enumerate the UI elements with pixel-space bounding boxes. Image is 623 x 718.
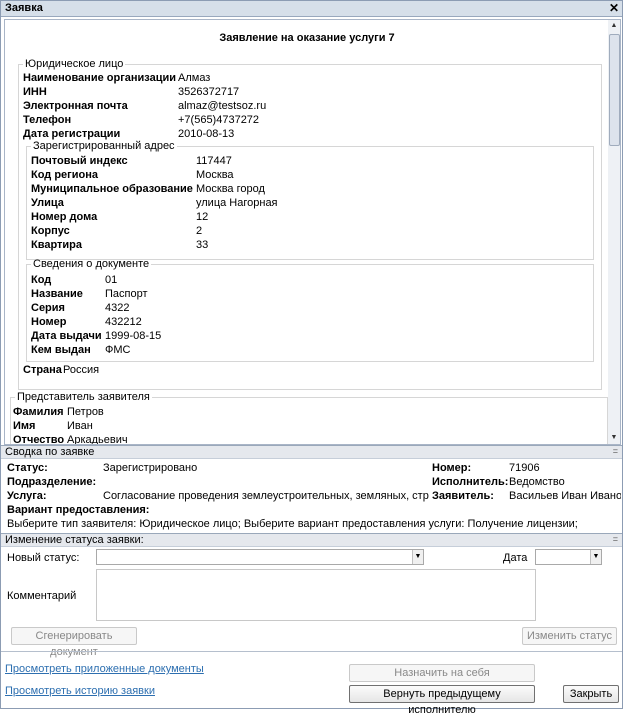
legal-entity-field-label: Электронная почта <box>23 100 128 112</box>
legal-entity-field-value: almaz@testsoz.ru <box>178 100 267 112</box>
window-titlebar: Заявка ✕ <box>1 1 622 17</box>
representative-legend: Представитель заявителя <box>17 391 150 403</box>
address-field-value: Москва <box>196 169 234 181</box>
view-history-link[interactable]: Просмотреть историю заявки <box>5 685 155 697</box>
service-label: Услуга: <box>7 490 47 502</box>
address-field-label: Корпус <box>31 225 70 237</box>
view-documents-link[interactable]: Просмотреть приложенные документы <box>5 663 204 675</box>
representative-field-value: Иван <box>67 420 93 432</box>
application-window: Заявка ✕ Заявление на оказание услуги 7 … <box>0 0 623 716</box>
address-field-label: Муниципальное образование <box>31 183 193 195</box>
id-document-field-value: Паспорт <box>105 288 148 300</box>
summary-header: Сводка по заявке = <box>1 445 622 459</box>
new-status-label: Новый статус: <box>7 552 80 564</box>
date-value <box>536 550 539 562</box>
new-status-value <box>97 550 100 562</box>
address-legend: Зарегистрированный адрес <box>33 140 175 152</box>
legal-entity-field-label: Дата регистрации <box>23 128 121 140</box>
id-document-field-label: Номер <box>31 316 67 328</box>
executor-value: Ведомство <box>509 476 565 488</box>
number-value: 71906 <box>509 462 540 474</box>
divider <box>1 651 622 652</box>
chevron-down-icon[interactable]: ▼ <box>590 550 601 564</box>
address-field-value: 12 <box>196 211 209 223</box>
id-document-field-label: Дата выдачи <box>31 330 102 342</box>
scroll-down-icon[interactable]: ▼ <box>608 432 620 444</box>
status-change-header-label: Изменение статуса заявки: <box>5 534 144 546</box>
legal-entity-field-value: Алмаз <box>178 72 211 84</box>
number-label: Номер: <box>432 462 472 474</box>
service-value: Согласование проведения землеустроительн… <box>103 490 429 502</box>
legal-entity-legend: Юридическое лицо <box>25 58 124 70</box>
representative-field-value: Петров <box>67 406 104 418</box>
representative-field-label: Имя <box>13 420 36 432</box>
id-document-field-value: 432212 <box>105 316 142 328</box>
address-field-value: Москва город <box>196 183 265 195</box>
window-title: Заявка <box>5 2 43 14</box>
id-document-field-label: Название <box>31 288 83 300</box>
country-value: Россия <box>63 364 100 376</box>
executor-label: Исполнитель: <box>432 476 509 488</box>
legal-entity-field-label: Телефон <box>23 114 72 126</box>
address-field-label: Код региона <box>31 169 98 181</box>
representative-field-label: Отчество <box>13 434 65 445</box>
close-button[interactable]: Закрыть <box>563 685 619 703</box>
variant-label: Вариант предоставления: <box>7 504 150 516</box>
id-document-field-value: 4322 <box>105 302 130 314</box>
comment-textarea[interactable] <box>96 569 536 621</box>
collapse-icon[interactable]: = <box>613 445 618 457</box>
address-field-label: Почтовый индекс <box>31 155 128 167</box>
scrollbar-thumb[interactable] <box>609 34 620 146</box>
legal-entity-field-value: +7(565)4737272 <box>178 114 260 126</box>
legal-entity-field-value: 3526372717 <box>178 86 240 98</box>
status-label: Статус: <box>7 462 48 474</box>
address-field-value: 2 <box>196 225 203 237</box>
address-field-label: Улица <box>31 197 64 209</box>
scroll-up-icon[interactable]: ▲ <box>608 20 620 32</box>
date-picker[interactable]: ▼ <box>535 549 602 565</box>
document-scrollbar[interactable]: ▲ ▼ <box>608 19 621 445</box>
address-field-value: 117447 <box>196 155 232 167</box>
close-icon[interactable]: ✕ <box>609 1 619 16</box>
status-value: Зарегистрировано <box>103 462 198 474</box>
id-document-field-value: 1999-08-15 <box>105 330 162 342</box>
collapse-icon[interactable]: = <box>613 533 618 545</box>
generate-document-button[interactable]: Сгенерировать документ <box>11 627 137 658</box>
new-status-select[interactable]: ▼ <box>96 549 424 565</box>
address-field-label: Номер дома <box>31 211 98 223</box>
address-field-value: 33 <box>196 239 209 251</box>
id-document-legend: Сведения о документе <box>33 258 150 270</box>
representative-field-label: Фамилия <box>13 406 64 418</box>
assign-to-me-button[interactable]: Назначить на себя <box>349 664 535 682</box>
id-document-field-value: 01 <box>105 274 118 286</box>
legal-entity-field-label: Наименование организации <box>23 72 177 84</box>
legal-entity-field-value: 2010-08-13 <box>178 128 235 140</box>
department-label: Подразделение: <box>7 476 97 488</box>
date-label: Дата <box>503 552 528 564</box>
return-to-previous-executor-button[interactable]: Вернуть предыдущему исполнителю <box>349 685 535 716</box>
legal-entity-field-label: ИНН <box>23 86 47 98</box>
applicant-label: Заявитель: <box>432 490 494 502</box>
chevron-down-icon[interactable]: ▼ <box>412 550 423 564</box>
document-pane[interactable]: Заявление на оказание услуги 7 Юридическ… <box>4 19 610 445</box>
country-label: Страна <box>23 364 62 376</box>
summary-header-label: Сводка по заявке <box>5 446 95 458</box>
applicant-value: Васильев Иван Иванов <box>509 490 621 502</box>
document-title: Заявление на оказание услуги 7 <box>219 32 395 44</box>
status-change-header: Изменение статуса заявки: = <box>1 533 622 547</box>
variant-value: Выберите тип заявителя: Юридическое лицо… <box>7 518 578 530</box>
representative-field-value: Аркадьевич <box>67 434 128 445</box>
change-status-button[interactable]: Изменить статус <box>522 627 617 645</box>
id-document-field-label: Кем выдан <box>31 344 91 356</box>
address-field-value: улица Нагорная <box>196 197 278 209</box>
id-document-field-label: Серия <box>31 302 65 314</box>
comment-label: Комментарий <box>7 590 77 602</box>
id-document-field-value: ФМС <box>105 344 131 356</box>
id-document-field-label: Код <box>31 274 52 286</box>
address-field-label: Квартира <box>31 239 83 251</box>
